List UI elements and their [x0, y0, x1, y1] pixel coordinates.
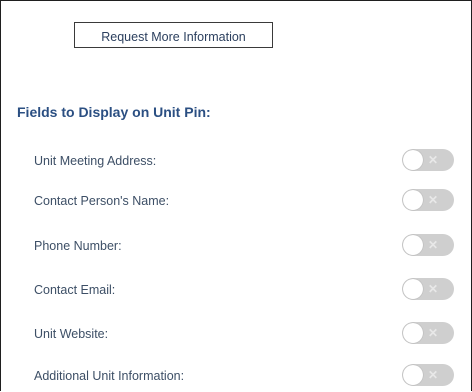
field-row-phone-number: Phone Number: ✕	[34, 234, 454, 262]
close-icon: ✕	[428, 238, 439, 252]
field-label: Additional Unit Information:	[34, 369, 185, 383]
request-more-information-button[interactable]: Request More Information	[74, 22, 273, 48]
toggle-knob	[403, 279, 423, 299]
settings-panel: Request More Information Fields to Displ…	[0, 0, 472, 391]
close-icon: ✕	[428, 193, 439, 207]
close-icon: ✕	[428, 326, 439, 340]
toggle-switch[interactable]: ✕	[402, 189, 454, 211]
field-label: Contact Email:	[34, 283, 116, 297]
toggle-knob	[403, 365, 423, 385]
toggle-knob	[403, 190, 423, 210]
field-label: Contact Person's Name:	[34, 194, 170, 208]
toggle-knob	[403, 235, 423, 255]
field-row-unit-meeting-address: Unit Meeting Address: ✕	[34, 149, 454, 177]
field-row-contact-email: Contact Email: ✕	[34, 278, 454, 306]
field-label: Phone Number:	[34, 239, 122, 253]
close-icon: ✕	[428, 153, 439, 167]
close-icon: ✕	[428, 368, 439, 382]
field-row-additional-unit-information: Additional Unit Information: ✕	[34, 364, 454, 392]
section-title: Fields to Display on Unit Pin:	[17, 104, 211, 120]
toggle-knob	[403, 323, 423, 343]
field-label: Unit Website:	[34, 327, 109, 341]
field-label: Unit Meeting Address:	[34, 154, 157, 168]
toggle-switch[interactable]: ✕	[402, 364, 454, 386]
field-row-contact-person-name: Contact Person's Name: ✕	[34, 189, 454, 217]
toggle-knob	[403, 150, 423, 170]
toggle-switch[interactable]: ✕	[402, 278, 454, 300]
close-icon: ✕	[428, 282, 439, 296]
toggle-switch[interactable]: ✕	[402, 234, 454, 256]
field-row-unit-website: Unit Website: ✕	[34, 322, 454, 350]
toggle-switch[interactable]: ✕	[402, 149, 454, 171]
toggle-switch[interactable]: ✕	[402, 322, 454, 344]
